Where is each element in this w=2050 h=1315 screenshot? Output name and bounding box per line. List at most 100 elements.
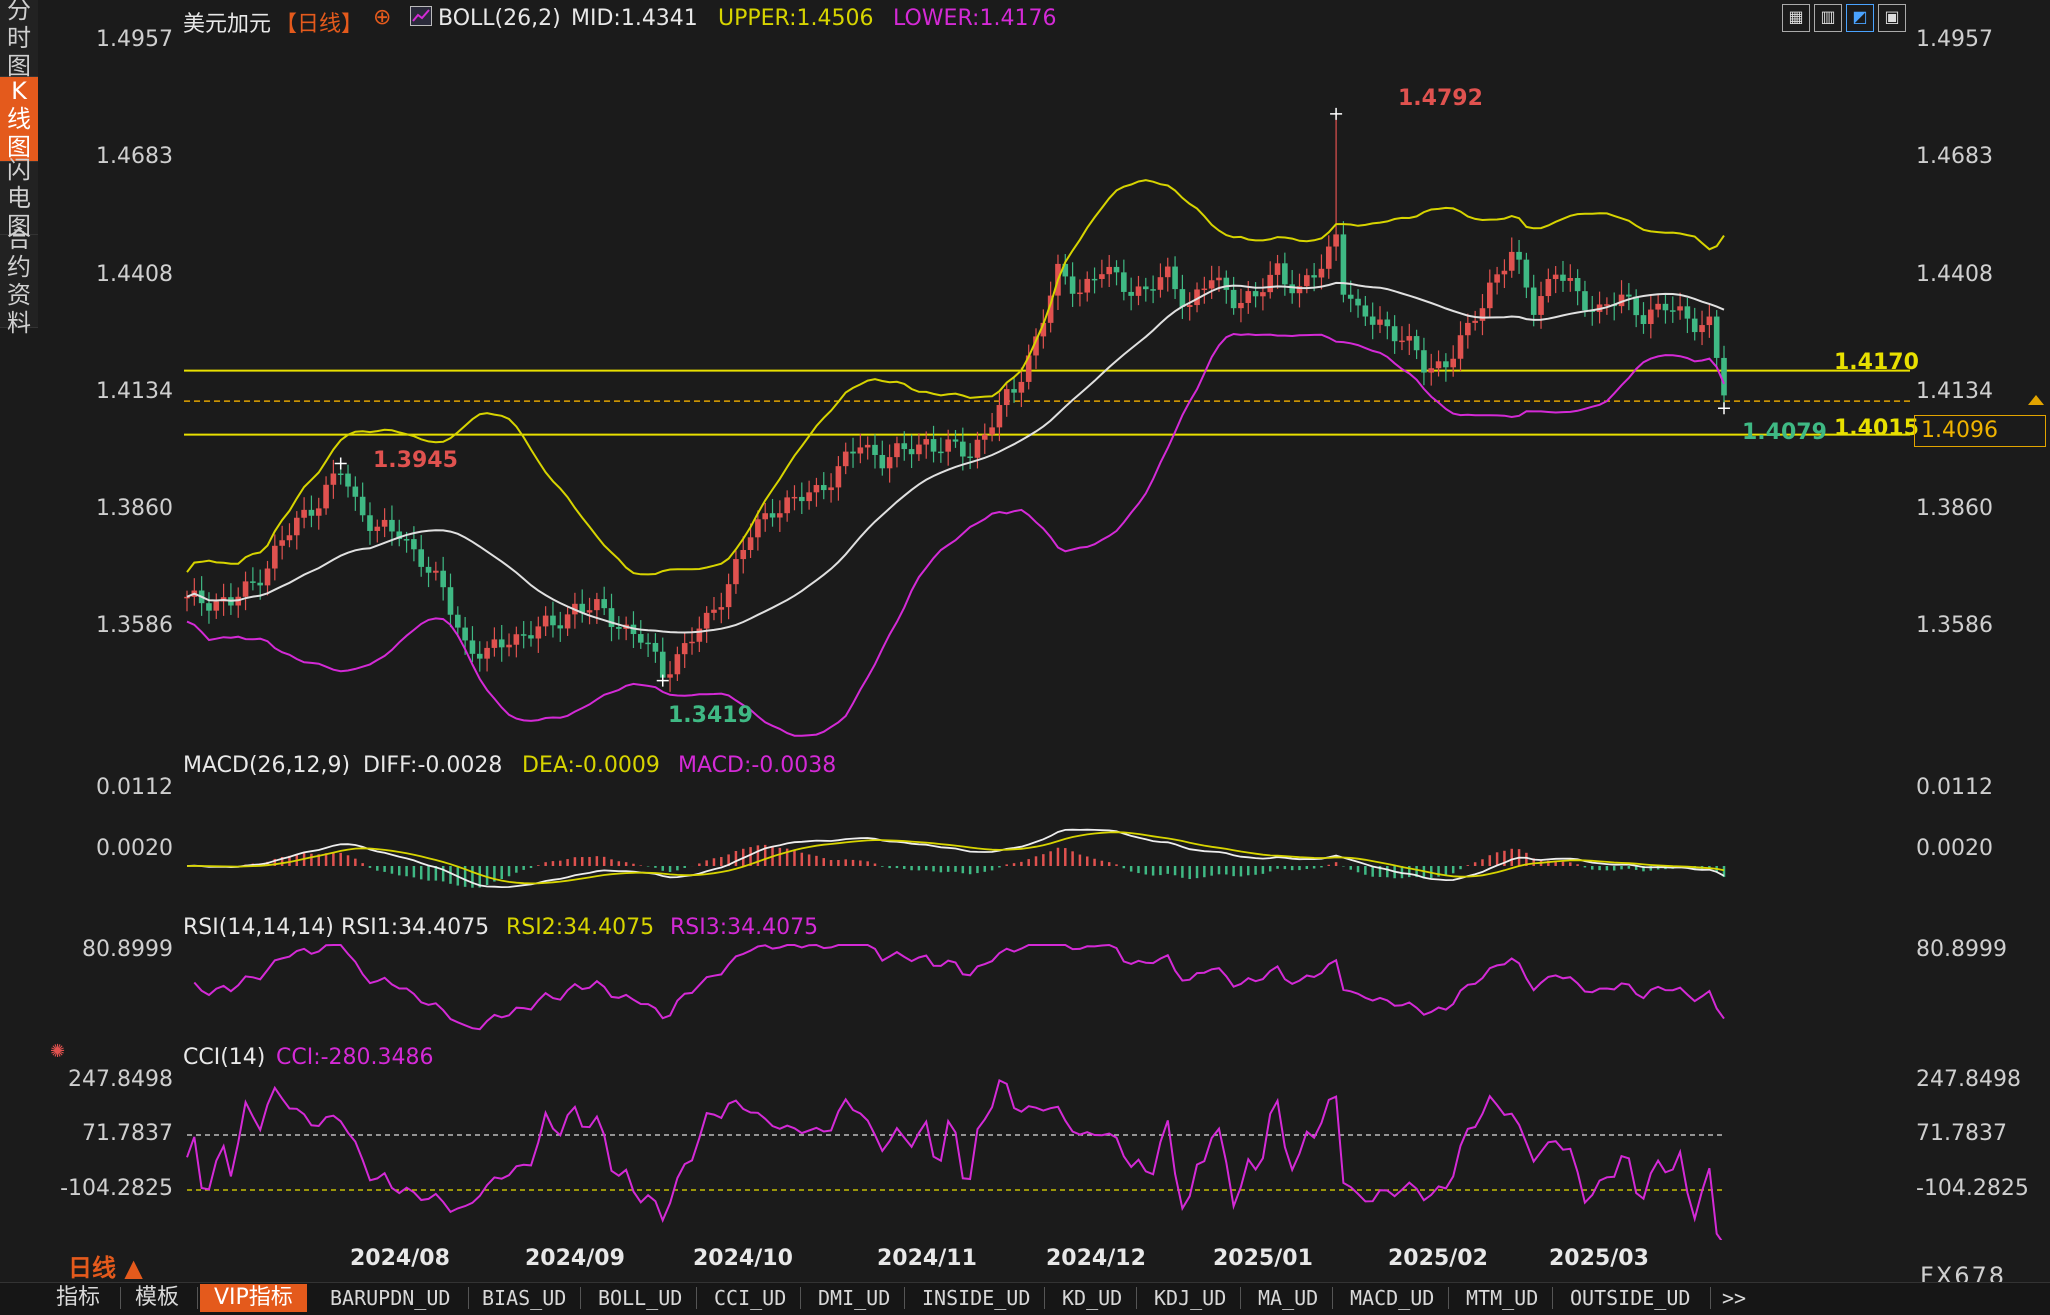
tab-bias[interactable]: BIAS_UD <box>482 1284 566 1312</box>
candle-body <box>1113 266 1120 273</box>
candle-body <box>813 485 820 493</box>
candle-body <box>916 444 922 455</box>
candle-body <box>550 615 556 626</box>
tab-indicators[interactable]: 指标 <box>56 1284 100 1312</box>
candle-body <box>469 640 476 654</box>
candle-body <box>1721 357 1727 396</box>
candle-body <box>1091 278 1098 281</box>
candle-body <box>1018 381 1025 393</box>
period-selector[interactable]: 日线 ▲ <box>68 1248 143 1283</box>
candle-body <box>872 444 878 455</box>
tab-macd[interactable]: MACD_UD <box>1350 1284 1434 1312</box>
candle-body <box>777 513 783 518</box>
candle-body <box>1186 305 1193 307</box>
candle-body <box>184 596 190 599</box>
candle-body <box>594 599 600 611</box>
candle-body <box>403 539 410 541</box>
candle-body <box>659 651 666 678</box>
candle-body <box>645 642 651 645</box>
candle-body <box>1391 326 1398 342</box>
tab-vip-indicators[interactable]: VIP指标 <box>200 1284 307 1312</box>
tab-barupdn[interactable]: BARUPDN_UD <box>330 1284 450 1312</box>
candle-body <box>381 519 388 527</box>
candle-body <box>315 508 322 516</box>
extreme-marker <box>334 457 347 470</box>
macd-diff-line <box>186 828 1725 889</box>
candle-body <box>1069 276 1076 294</box>
tab-dmi[interactable]: DMI_UD <box>818 1284 890 1312</box>
candle-body <box>1508 251 1515 271</box>
rsi1-value: RSI1:34.4075 <box>341 915 490 940</box>
macd-title: MACD(26,12,9) <box>183 753 351 778</box>
tab-kdj[interactable]: KDJ_UD <box>1154 1284 1226 1312</box>
candle-body <box>1223 277 1230 290</box>
candle-body <box>967 456 973 459</box>
candle-body <box>1684 306 1691 319</box>
cci-line <box>186 1078 1723 1240</box>
candle-body <box>1428 368 1435 373</box>
candle-body <box>286 535 293 541</box>
swing-low-label: 1.3419 <box>668 703 753 728</box>
tab-kd[interactable]: KD_UD <box>1062 1284 1122 1312</box>
candle-body <box>1377 319 1383 325</box>
candle-body <box>1157 277 1164 290</box>
tab-templates[interactable]: 模板 <box>135 1284 179 1312</box>
tab-inside[interactable]: INSIDE_UD <box>922 1284 1030 1312</box>
macd-dea: DEA:-0.0009 <box>522 753 660 778</box>
candle-body <box>923 439 930 445</box>
candle-body <box>586 610 593 613</box>
candle-body <box>1369 316 1376 325</box>
candle-body <box>293 517 300 536</box>
cci-axis-label-right: 247.8498 <box>1916 1067 2021 1092</box>
candle-body <box>542 615 549 627</box>
candle-body <box>462 627 468 641</box>
candle-body <box>981 434 988 440</box>
candle-body <box>733 559 739 585</box>
candle-body <box>930 439 937 452</box>
extreme-marker <box>1330 107 1343 120</box>
candle-body <box>1450 358 1456 368</box>
candle-body <box>1274 263 1281 275</box>
candle-body <box>1669 310 1676 312</box>
rsi3-value: RSI3:34.4075 <box>670 915 819 940</box>
candle-body <box>279 540 285 546</box>
cci-axis-label-right: 71.7837 <box>1916 1121 2007 1146</box>
candle-body <box>425 566 432 573</box>
candle-body <box>213 601 220 611</box>
candle-body <box>616 627 622 629</box>
candle-body <box>359 496 366 516</box>
x-axis-label: 2025/02 <box>1388 1246 1488 1271</box>
candle-body <box>1567 277 1574 281</box>
candle-body <box>945 439 951 452</box>
candle-body <box>1538 296 1544 315</box>
candle-body <box>1216 277 1222 281</box>
tab-ma[interactable]: MA_UD <box>1258 1284 1318 1312</box>
candle-body <box>257 582 263 586</box>
candle-body <box>1655 303 1661 310</box>
candle-body <box>1267 274 1274 293</box>
candle-body <box>1523 259 1530 288</box>
candle-body <box>850 451 856 454</box>
tab-outside[interactable]: OUTSIDE_UD <box>1570 1284 1690 1312</box>
swing-high-label: 1.3945 <box>373 448 458 473</box>
candle-body <box>513 634 520 645</box>
tab-more[interactable]: >> <box>1722 1284 1746 1312</box>
candle-body <box>1574 277 1581 292</box>
tab-cci[interactable]: CCI_UD <box>714 1284 786 1312</box>
candle-body <box>250 581 256 583</box>
candle-body <box>835 466 842 488</box>
candle-body <box>564 614 571 629</box>
candle-body <box>1362 305 1369 317</box>
cci-alert-icon[interactable]: ✺ <box>50 1041 65 1062</box>
candle-body <box>1333 234 1339 247</box>
rsi-axis-label: 80.8999 <box>82 937 173 962</box>
rsi-axis-label-right: 80.8999 <box>1916 937 2007 962</box>
candle-body <box>1355 298 1361 306</box>
candle-body <box>506 644 512 648</box>
candle-body <box>1252 291 1259 297</box>
tab-boll[interactable]: BOLL_UD <box>598 1284 682 1312</box>
candle-body <box>272 545 278 569</box>
candle-body <box>389 519 395 532</box>
candle-body <box>857 447 864 454</box>
tab-mtm[interactable]: MTM_UD <box>1466 1284 1538 1312</box>
